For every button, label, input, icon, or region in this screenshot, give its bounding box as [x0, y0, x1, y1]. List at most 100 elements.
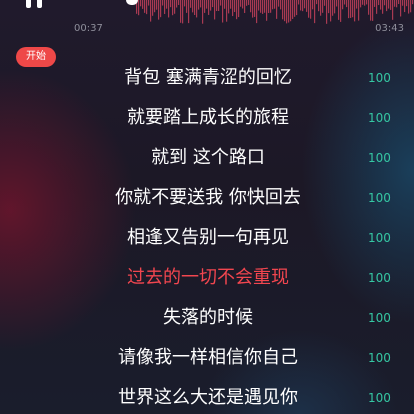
waveform-bar	[172, 0, 174, 16]
waveform-bar	[330, 0, 332, 22]
lyric-text: 相逢又告别一句再见	[127, 227, 289, 248]
waveform-bar	[378, 0, 380, 6]
waveform-bar	[310, 0, 312, 19]
current-time: 00:37	[74, 23, 103, 34]
waveform-bar	[298, 0, 300, 5]
waveform-bar	[376, 0, 378, 14]
lyric-score: 100	[368, 231, 391, 245]
waveform-bar	[194, 0, 196, 16]
waveform-bar	[170, 0, 172, 8]
waveform-bar	[192, 0, 194, 13]
total-time: 03:43	[375, 23, 404, 34]
waveform-bar	[140, 0, 142, 7]
waveform-bar	[220, 0, 222, 6]
lyric-score: 100	[368, 271, 391, 285]
waveform-bar	[186, 0, 188, 13]
waveform-bar	[340, 0, 342, 22]
lyric-row: 世界这么大还是遇见你 100	[0, 378, 414, 414]
waveform-bar	[174, 0, 176, 14]
waveform-bar	[358, 0, 360, 21]
waveform-bar	[408, 0, 410, 14]
waveform-bar	[328, 0, 330, 14]
waveform-bar	[402, 0, 404, 6]
waveform-bar	[366, 0, 368, 5]
waveform-bar	[258, 0, 260, 11]
waveform-bar	[146, 0, 148, 15]
lyric-row: 背包 塞满青涩的回忆 100	[0, 58, 414, 98]
waveform-bar	[252, 0, 254, 18]
lyric-row: 就要踏上成长的旅程 100	[0, 98, 414, 138]
waveform-bar	[154, 0, 156, 13]
waveform-bar	[162, 0, 164, 6]
waveform-bar	[272, 0, 274, 10]
waveform-bar	[350, 0, 352, 18]
waveform-bar	[242, 0, 244, 9]
lyric-row: 你就不要送我 你快回去 100	[0, 178, 414, 218]
waveform-bar	[334, 0, 336, 14]
waveform-bar	[380, 0, 382, 10]
waveform-bar	[204, 0, 206, 13]
waveform-bar	[308, 0, 310, 18]
waveform-bar	[166, 0, 168, 9]
waveform-bar	[156, 0, 158, 10]
waveform-bar	[372, 0, 374, 21]
lyric-score: 100	[368, 391, 391, 405]
waveform-bar	[296, 0, 298, 16]
waveform-bar	[152, 0, 154, 16]
waveform-bar	[224, 0, 226, 9]
waveform-bar	[360, 0, 362, 8]
waveform-bar	[322, 0, 324, 13]
waveform-bar	[336, 0, 338, 7]
waveform-bar	[302, 0, 304, 12]
lyric-row: 就到 这个路口 100	[0, 138, 414, 178]
waveform-bar	[292, 0, 294, 19]
waveform-bar	[326, 0, 328, 24]
waveform-bar	[386, 0, 388, 12]
waveform-bar	[392, 0, 394, 20]
waveform-bar	[206, 0, 208, 9]
waveform-bar	[150, 0, 152, 22]
lyric-text: 背包 塞满青涩的回忆	[124, 67, 292, 88]
lyric-row-current: 过去的一切不会重现 100	[0, 258, 414, 298]
waveform-bar	[198, 0, 200, 10]
waveform-bar	[254, 0, 256, 17]
waveform-bar	[214, 0, 216, 20]
waveform[interactable]	[66, 0, 414, 26]
lyric-text: 请像我一样相信你自己	[118, 347, 298, 368]
waveform-bar	[266, 0, 268, 21]
waveform-bar	[276, 0, 278, 19]
lyric-score: 100	[368, 71, 391, 85]
lyric-text: 你就不要送我 你快回去	[115, 187, 301, 208]
waveform-bar	[234, 0, 236, 13]
lyric-score: 100	[368, 151, 391, 165]
waveform-bar	[222, 0, 224, 23]
waveform-bar	[168, 0, 170, 18]
waveform-bar	[142, 0, 144, 9]
lyric-score: 100	[368, 351, 391, 365]
waveform-bar	[398, 0, 400, 5]
waveform-bar	[280, 0, 282, 10]
waveform-bar	[256, 0, 258, 24]
waveform-bar	[368, 0, 370, 15]
waveform-bar	[404, 0, 406, 13]
waveform-bar	[394, 0, 396, 7]
karaoke-screen: 00:37 03:43 开始 背包 塞满青涩的回忆 100 就要踏上成长的旅程 …	[0, 0, 414, 414]
waveform-bar	[260, 0, 262, 13]
waveform-bar	[362, 0, 364, 5]
waveform-bar	[160, 0, 162, 18]
lyrics-list: 背包 塞满青涩的回忆 100 就要踏上成长的旅程 100 就到 这个路口 100…	[0, 58, 414, 414]
waveform-bar	[230, 0, 232, 9]
waveform-bar	[356, 0, 358, 9]
lyric-score: 100	[368, 111, 391, 125]
waveform-bar	[246, 0, 248, 6]
pause-bar-right	[37, 0, 42, 8]
waveform-bar	[294, 0, 296, 17]
waveform-bar	[226, 0, 228, 22]
waveform-bar	[388, 0, 390, 9]
waveform-bar	[382, 0, 384, 14]
pause-icon[interactable]	[24, 0, 46, 10]
lyric-row: 相逢又告别一句再见 100	[0, 218, 414, 258]
waveform-bar	[364, 0, 366, 6]
waveform-bar	[202, 0, 204, 24]
waveform-bar	[370, 0, 372, 21]
